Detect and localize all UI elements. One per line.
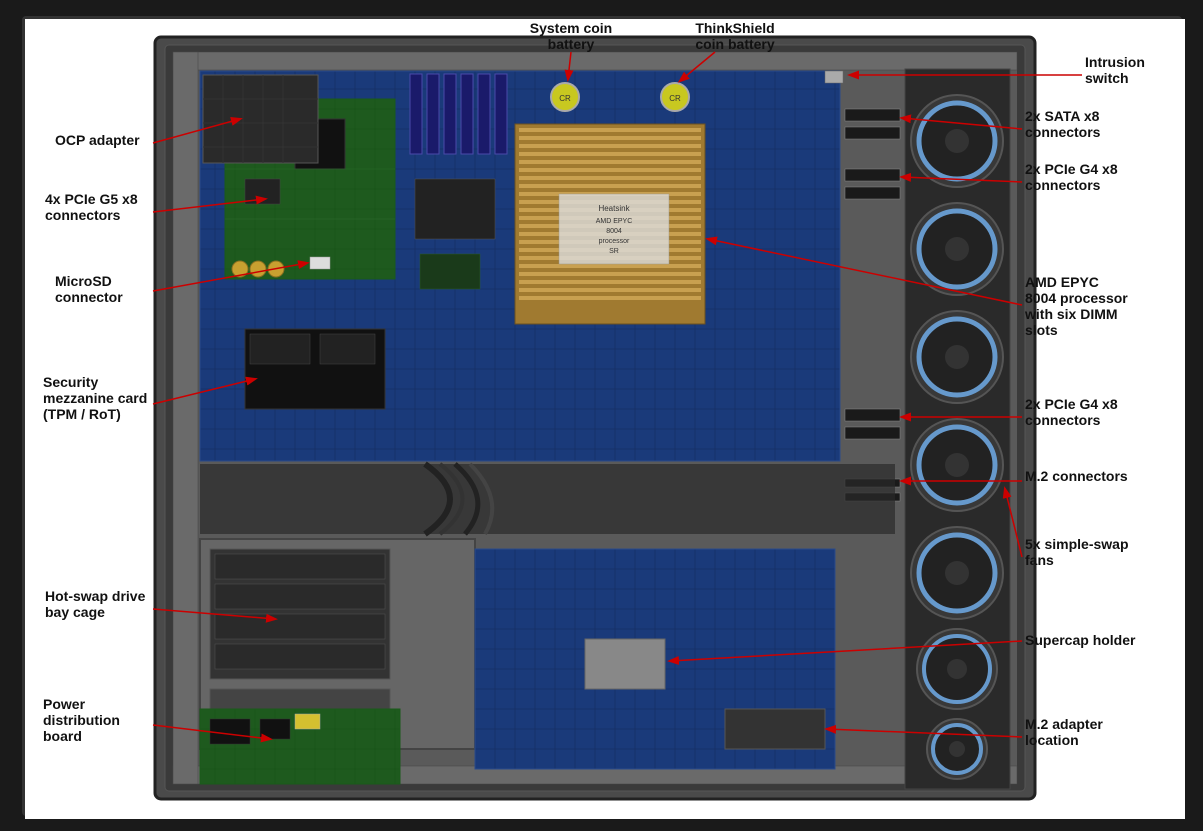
svg-text:2x SATA x8: 2x SATA x8 [1025,108,1100,124]
svg-text:processor: processor [598,238,629,245]
svg-text:AMD EPYC: AMD EPYC [1025,274,1099,290]
svg-text:(TPM / RoT): (TPM / RoT) [43,406,121,422]
svg-text:fans: fans [1025,552,1054,568]
svg-text:connectors: connectors [1025,124,1101,140]
svg-text:AMD EPYC: AMD EPYC [595,218,632,225]
svg-text:Intrusion: Intrusion [1085,54,1145,70]
svg-text:battery: battery [547,36,594,52]
svg-text:Supercap holder: Supercap holder [1025,632,1136,648]
svg-text:8004: 8004 [606,228,622,235]
svg-text:SR: SR [609,248,619,255]
svg-text:coin battery: coin battery [695,36,775,52]
svg-text:Heatsink: Heatsink [598,204,630,213]
svg-text:connectors: connectors [45,207,121,223]
svg-text:4x PCIe G5 x8: 4x PCIe G5 x8 [45,191,138,207]
label-system-coin-battery: System coin [529,20,611,36]
svg-text:slots: slots [1025,322,1058,338]
svg-text:switch: switch [1085,70,1129,86]
svg-text:connectors: connectors [1025,412,1101,428]
svg-text:M.2 adapter: M.2 adapter [1025,716,1103,732]
svg-text:MicroSD: MicroSD [55,273,112,289]
svg-text:distribution: distribution [43,712,120,728]
svg-text:CR: CR [669,94,681,103]
diagram-container: CR CR Heatsink AMD EPYC 800 [22,16,1182,816]
svg-text:OCP adapter: OCP adapter [55,132,140,148]
svg-text:with six DIMM: with six DIMM [1024,306,1118,322]
svg-text:mezzanine card: mezzanine card [43,390,147,406]
svg-text:ThinkShield: ThinkShield [695,20,774,36]
svg-text:Power: Power [43,696,86,712]
svg-text:connectors: connectors [1025,177,1101,193]
svg-text:board: board [43,728,82,744]
svg-text:connector: connector [55,289,123,305]
svg-text:2x PCIe G4 x8: 2x PCIe G4 x8 [1025,396,1118,412]
svg-text:2x PCIe G4 x8: 2x PCIe G4 x8 [1025,161,1118,177]
svg-text:location: location [1025,732,1079,748]
svg-text:M.2 connectors: M.2 connectors [1025,468,1128,484]
svg-text:Hot-swap drive: Hot-swap drive [45,588,146,604]
svg-text:8004 processor: 8004 processor [1025,290,1128,306]
svg-text:Security: Security [43,374,98,390]
svg-text:CR: CR [559,94,571,103]
svg-text:5x simple-swap: 5x simple-swap [1025,536,1129,552]
svg-text:bay cage: bay cage [45,604,105,620]
